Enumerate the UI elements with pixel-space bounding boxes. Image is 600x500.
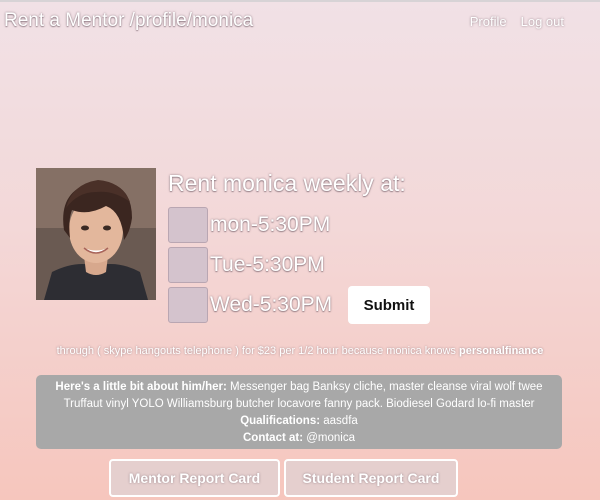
contact-label: Contact at: (242, 432, 304, 444)
avatar-image (36, 168, 156, 300)
slot-label-tuesday: Tue-5:30PM (210, 253, 325, 276)
top-navbar: Rent a Mentor /profile/monica Profile Lo… (0, 0, 600, 40)
slot-checkbox-monday[interactable] (168, 207, 208, 243)
mentor-report-card-button[interactable]: Mentor Report Card (109, 459, 280, 497)
qualifications-label: Qualifications: (240, 415, 321, 427)
contact-value: @monica (303, 432, 355, 444)
qualifications-value: aasdfa (320, 415, 358, 427)
slot-checkbox-wednesday[interactable] (168, 287, 208, 323)
mentor-avatar (36, 168, 156, 300)
profile-link[interactable]: Profile (470, 14, 507, 29)
rent-heading: Rent monica weekly at: (168, 170, 406, 196)
nav-links: Profile Log out (470, 14, 564, 29)
brand-title[interactable]: Rent a Mentor /profile/monica (4, 10, 253, 32)
qualifications-line: Qualifications: aasdfa (44, 413, 554, 430)
topic-name: personalfinance (459, 345, 544, 357)
rate-description: through ( skype hangouts telephone ) for… (0, 345, 600, 357)
slot-checkbox-tuesday[interactable] (168, 247, 208, 283)
rate-text: through ( skype hangouts telephone ) for… (56, 345, 459, 357)
slot-wednesday: Wed-5:30PM (168, 287, 332, 323)
student-report-card-button[interactable]: Student Report Card (284, 459, 458, 497)
about-heading: Here's a little bit about him/her: (55, 381, 227, 393)
slot-tuesday: Tue-5:30PM (168, 247, 325, 283)
slot-label-wednesday: Wed-5:30PM (210, 293, 333, 316)
slot-label-monday: mon-5:30PM (210, 213, 331, 236)
about-panel: Here's a little bit about him/her: Messe… (36, 375, 562, 449)
slot-monday: mon-5:30PM (168, 207, 330, 243)
contact-line: Contact at: @monica (44, 430, 554, 447)
logout-link[interactable]: Log out (521, 14, 564, 29)
about-bio-line: Here's a little bit about him/her: Messe… (44, 379, 554, 413)
submit-button[interactable]: Submit (348, 286, 430, 324)
